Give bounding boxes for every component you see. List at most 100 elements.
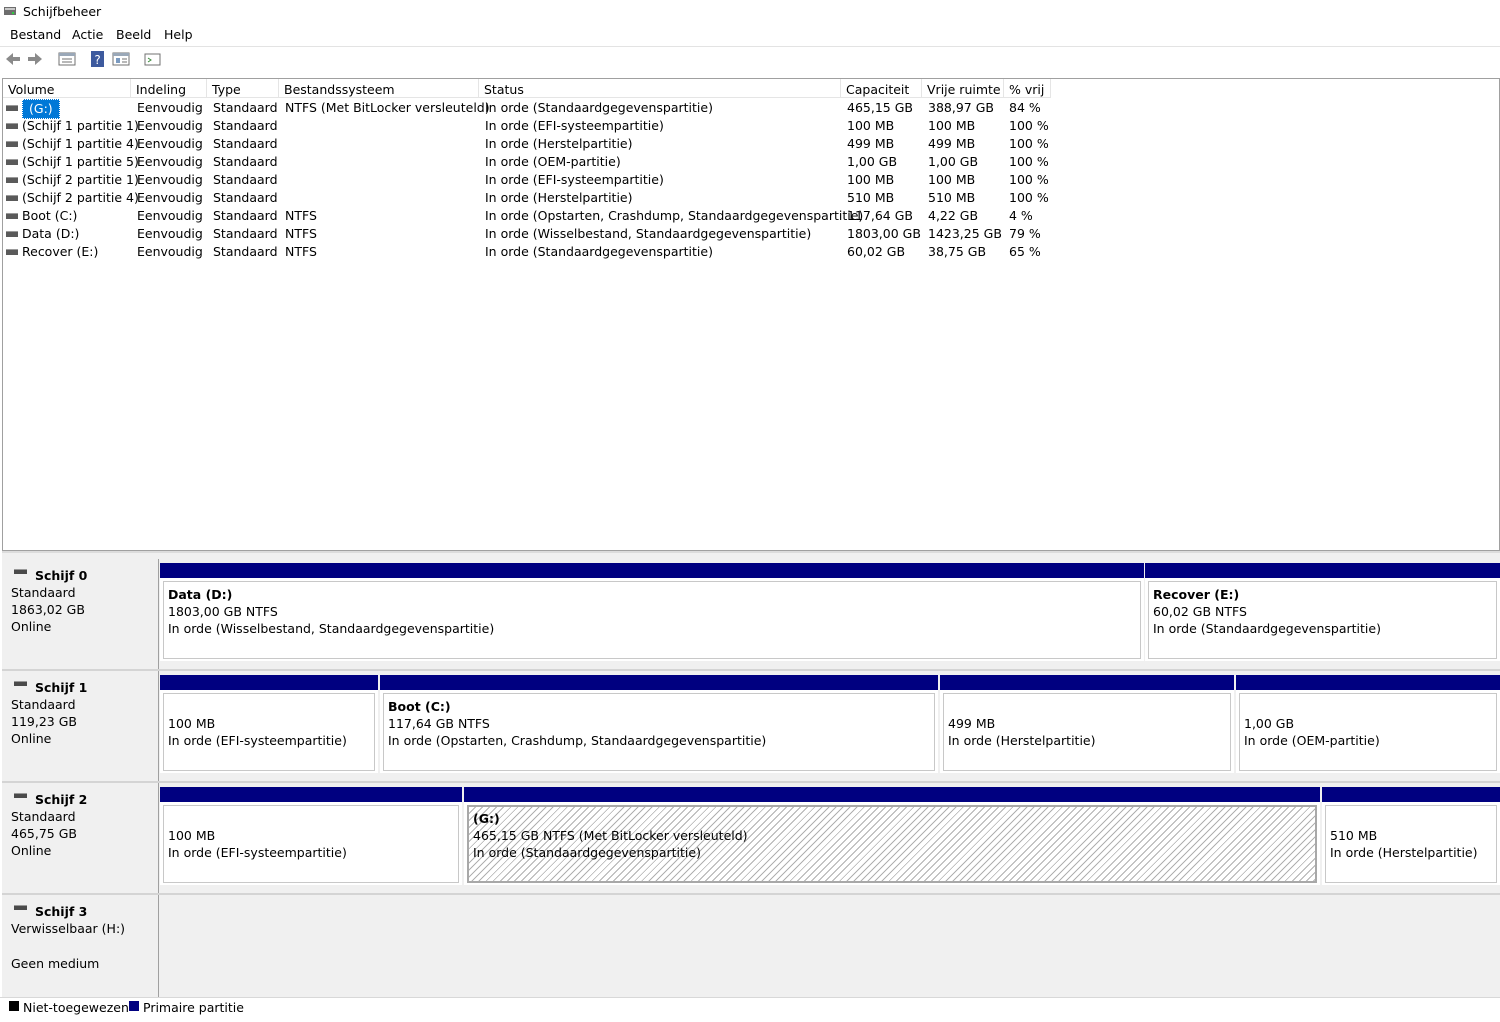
partition-size: 100 MB <box>168 716 216 731</box>
partition-size: 100 MB <box>168 828 216 843</box>
partition-disk1-oem[interactable]: 1,00 GB In orde (OEM-partitie) <box>1236 675 1500 773</box>
cell-free: 1,00 GB <box>928 154 979 169</box>
disk-row-3: Schijf 3 Verwisselbaar (H:) Geen medium <box>2 895 1500 997</box>
cell-layout: Eenvoudig <box>137 244 203 259</box>
partition-size: 117,64 GB NTFS <box>388 716 490 731</box>
primary-partition-bar <box>940 675 1234 690</box>
cell-status: In orde (Standaardgegevenspartitie) <box>485 244 713 259</box>
col-indeling[interactable]: Indeling <box>131 79 207 98</box>
disk-size: 119,23 GB <box>11 714 77 729</box>
cell-pct: 79 % <box>1009 226 1041 241</box>
help-icon[interactable]: ? <box>88 49 108 69</box>
menu-help[interactable]: Help <box>164 27 193 42</box>
menu-bestand[interactable]: Bestand <box>10 27 61 42</box>
disk-size: 465,75 GB <box>11 826 77 841</box>
pane-splitter <box>2 551 1500 553</box>
col-capaciteit[interactable]: Capaciteit <box>841 79 922 98</box>
partition-recover-e[interactable]: Recover (E:) 60,02 GB NTFS In orde (Stan… <box>1145 563 1500 661</box>
partition-boot-c[interactable]: Boot (C:) 117,64 GB NTFS In orde (Opstar… <box>380 675 938 773</box>
cell-type: Standaard <box>213 100 278 115</box>
cell-status: In orde (EFI-systeempartitie) <box>485 172 664 187</box>
table-row[interactable]: (Schijf 1 partitie 5) Eenvoudig Standaard I… <box>3 153 1499 171</box>
col-status[interactable]: Status <box>479 79 841 98</box>
partition-disk2-recovery[interactable]: 510 MB In orde (Herstelpartitie) <box>1322 787 1500 885</box>
table-row[interactable]: Recover (E:) Eenvoudig Standaard NTFS In ord… <box>3 243 1499 261</box>
cell-volume: (Schijf 2 partitie 4) <box>22 190 139 205</box>
cell-pct: 65 % <box>1009 244 1041 259</box>
partition-disk1-recovery[interactable]: 499 MB In orde (Herstelpartitie) <box>940 675 1234 773</box>
cell-layout: Eenvoudig <box>137 226 203 241</box>
partition-size: 465,15 GB NTFS (Met BitLocker versleutel… <box>473 828 748 843</box>
disk-state: Online <box>11 619 52 634</box>
table-row[interactable]: Boot (C:) Eenvoudig Standaard NTFS In orde (… <box>3 207 1499 225</box>
menu-actie[interactable]: Actie <box>72 27 103 42</box>
back-icon[interactable] <box>3 49 23 69</box>
cell-free: 1423,25 GB <box>928 226 1002 241</box>
cell-status: In orde (Herstelpartitie) <box>485 136 633 151</box>
cell-free: 100 MB <box>928 118 976 133</box>
cell-volume: Boot (C:) <box>22 208 78 223</box>
disk-row-0: Schijf 0 Standaard 1863,02 GB Online Dat… <box>2 559 1500 669</box>
partition-body: 499 MB In orde (Herstelpartitie) <box>943 693 1231 771</box>
cell-capacity: 60,02 GB <box>847 244 906 259</box>
table-row[interactable]: (Schijf 2 partitie 1) Eenvoudig Standaard I… <box>3 171 1499 189</box>
table-row[interactable]: (Schijf 1 partitie 4) Eenvoudig Standaard I… <box>3 135 1499 153</box>
partition-disk1-efi[interactable]: 100 MB In orde (EFI-systeempartitie) <box>160 675 378 773</box>
cell-pct: 84 % <box>1009 100 1041 115</box>
partition-status: In orde (OEM-partitie) <box>1244 733 1380 748</box>
cell-status: In orde (Opstarten, Crashdump, Standaard… <box>485 208 864 223</box>
cell-capacity: 100 MB <box>847 172 895 187</box>
primary-partition-bar <box>464 787 1320 802</box>
col-vrije-ruimte[interactable]: Vrije ruimte <box>922 79 1004 98</box>
legend: Niet-toegewezen Primaire partitie <box>0 997 1500 1022</box>
cell-fs: NTFS <box>285 208 317 223</box>
menu-bar: Bestand Actie Beeld Help <box>0 25 1500 45</box>
volume-icon <box>6 231 18 237</box>
volume-icon <box>6 213 18 219</box>
table-row[interactable]: Data (D:) Eenvoudig Standaard NTFS In orde (… <box>3 225 1499 243</box>
disk-state: Online <box>11 843 52 858</box>
cell-type: Standaard <box>213 154 278 169</box>
disk-label-3[interactable]: Schijf 3 Verwisselbaar (H:) Geen medium <box>2 895 159 997</box>
table-row[interactable]: (Schijf 2 partitie 4) Eenvoudig Standaard I… <box>3 189 1499 207</box>
cell-type: Standaard <box>213 190 278 205</box>
cell-free: 100 MB <box>928 172 976 187</box>
console-icon[interactable] <box>143 49 163 69</box>
cell-status: In orde (Standaardgegevenspartitie) <box>485 100 713 115</box>
cell-pct: 4 % <box>1009 208 1033 223</box>
disk-label-2[interactable]: Schijf 2 Standaard 465,75 GB Online <box>2 783 159 893</box>
primary-partition-bar <box>1236 675 1500 690</box>
cell-volume-selected[interactable]: (G:) <box>22 99 60 119</box>
partition-status: In orde (Standaardgegevenspartitie) <box>473 845 701 860</box>
partition-size: 1,00 GB <box>1244 716 1295 731</box>
cell-type: Standaard <box>213 208 278 223</box>
partition-data-d[interactable]: Data (D:) 1803,00 GB NTFS In orde (Wisse… <box>160 563 1144 661</box>
disk-row-2: Schijf 2 Standaard 465,75 GB Online 100 … <box>2 783 1500 893</box>
table-row[interactable]: (G:) Eenvoudig Standaard NTFS (Met BitLocke… <box>3 99 1499 119</box>
primary-partition-bar <box>160 675 378 690</box>
disk-kind: Standaard <box>11 585 76 600</box>
menu-beeld[interactable]: Beeld <box>116 27 151 42</box>
cell-layout: Eenvoudig <box>137 118 203 133</box>
cell-type: Standaard <box>213 172 278 187</box>
table-row[interactable]: (Schijf 1 partitie 1) Eenvoudig Standaard I… <box>3 117 1499 135</box>
partition-g-selected[interactable]: (G:) 465,15 GB NTFS (Met BitLocker versl… <box>464 787 1320 885</box>
disk-label-0[interactable]: Schijf 0 Standaard 1863,02 GB Online <box>2 559 159 669</box>
disk-label-1[interactable]: Schijf 1 Standaard 119,23 GB Online <box>2 671 159 781</box>
cell-capacity: 499 MB <box>847 136 895 151</box>
volume-icon <box>6 177 18 183</box>
partition-disk2-efi[interactable]: 100 MB In orde (EFI-systeempartitie) <box>160 787 462 885</box>
forward-icon[interactable] <box>25 49 45 69</box>
col-pct-vrij[interactable]: % vrij <box>1004 79 1051 98</box>
cell-free: 4,22 GB <box>928 208 979 223</box>
properties-icon[interactable] <box>111 49 131 69</box>
col-bestandssysteem[interactable]: Bestandssysteem <box>279 79 479 98</box>
disk-list-icon[interactable] <box>57 49 77 69</box>
cell-fs: NTFS (Met BitLocker versleuteld) <box>285 100 490 115</box>
col-type[interactable]: Type <box>207 79 279 98</box>
col-volume[interactable]: Volume <box>3 79 131 98</box>
volume-list[interactable]: Volume Indeling Type Bestandssysteem Sta… <box>2 78 1500 551</box>
disk-kind: Verwisselbaar (H:) <box>11 921 126 936</box>
disk-state: Geen medium <box>11 956 100 971</box>
cell-status: In orde (OEM-partitie) <box>485 154 621 169</box>
